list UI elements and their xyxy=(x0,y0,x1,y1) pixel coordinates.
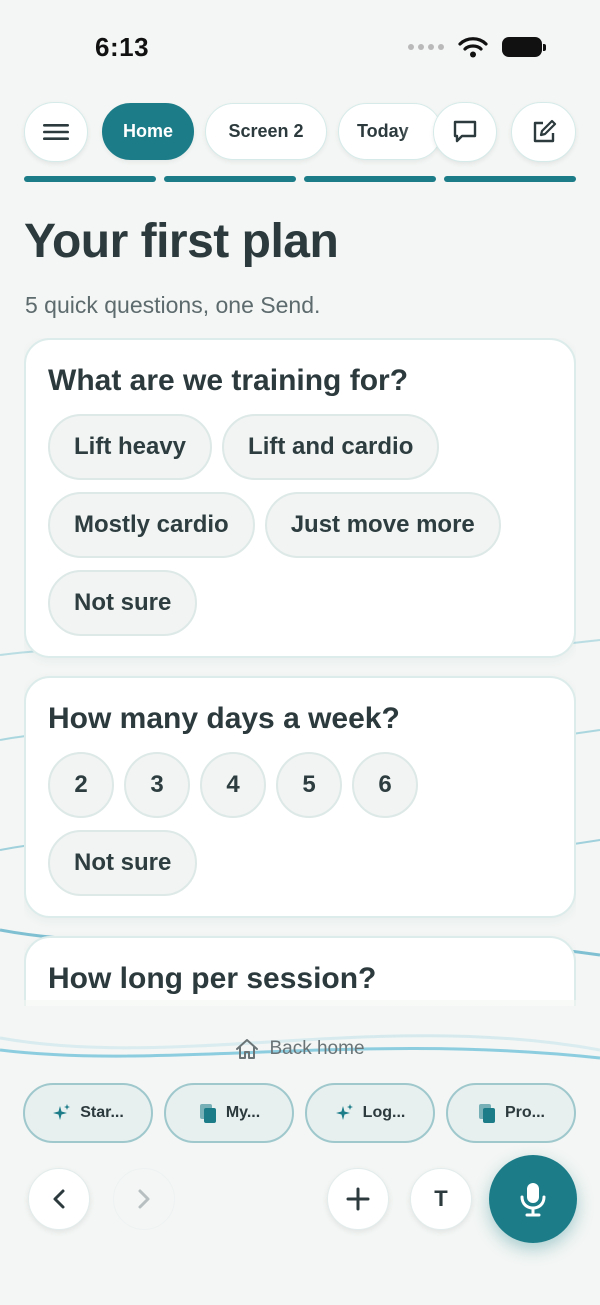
option-lift-and-cardio[interactable]: Lift and cardio xyxy=(222,414,440,480)
wifi-icon xyxy=(458,37,488,58)
chat-icon xyxy=(453,120,477,143)
question-title: How many days a week? xyxy=(48,702,400,735)
progress-step xyxy=(444,176,576,182)
option-3-days[interactable]: 3 xyxy=(124,752,190,818)
status-time: 6:13 xyxy=(95,32,150,62)
option-5-days[interactable]: 5 xyxy=(276,752,342,818)
signal-icon xyxy=(408,44,444,50)
back-home-link[interactable]: Back home xyxy=(0,1038,600,1060)
shortcut-label: Star... xyxy=(80,1104,124,1121)
page-subtitle: 5 quick questions, one Send. xyxy=(25,292,321,318)
question-title: How long per session? xyxy=(48,962,377,995)
option-not-sure[interactable]: Not sure xyxy=(48,570,198,636)
add-button[interactable] xyxy=(327,1168,389,1230)
option-6-days[interactable]: 6 xyxy=(352,752,418,818)
question-card-days: How many days a week? 2 3 4 5 6 Not sure xyxy=(24,676,576,918)
forward-button[interactable] xyxy=(113,1168,175,1230)
option-mostly-cardio[interactable]: Mostly cardio xyxy=(48,492,255,558)
text-mode-label: T xyxy=(434,1186,448,1211)
menu-icon xyxy=(43,124,69,140)
tab-today[interactable]: Today xyxy=(338,103,442,160)
tab-screen-2[interactable]: Screen 2 xyxy=(205,103,327,160)
battery-icon xyxy=(502,37,546,57)
chat-button[interactable] xyxy=(433,102,497,162)
shortcut-log[interactable]: Log... xyxy=(305,1083,435,1143)
question-title: What are we training for? xyxy=(48,364,409,397)
tab-today-label: Today xyxy=(357,121,409,141)
shortcut-label: My... xyxy=(225,1104,261,1121)
microphone-icon xyxy=(520,1183,546,1217)
option-just-move-more[interactable]: Just move more xyxy=(264,492,501,558)
status-bar: 6:13 xyxy=(0,0,600,95)
sparkle-icon xyxy=(335,1104,353,1120)
options-group: Lift heavy Lift and cardio Mostly cardio… xyxy=(48,414,552,636)
options-group: 2 3 4 5 6 Not sure xyxy=(48,752,552,896)
progress-indicator xyxy=(24,176,576,182)
shortcut-pro[interactable]: Pro... xyxy=(446,1083,576,1143)
progress-step xyxy=(304,176,436,182)
shortcut-start[interactable]: Star... xyxy=(23,1083,153,1143)
home-icon xyxy=(236,1039,259,1059)
progress-step xyxy=(164,176,296,182)
copy-icon xyxy=(478,1104,495,1123)
question-card-session-length: How long per session? xyxy=(24,936,576,1006)
chevron-left-icon xyxy=(53,1189,65,1209)
back-button[interactable] xyxy=(28,1168,90,1230)
chevron-right-icon xyxy=(138,1189,150,1209)
sparkle-icon xyxy=(53,1104,71,1120)
shortcut-label: Pro... xyxy=(504,1104,545,1121)
questions-list[interactable]: What are we training for? Lift heavy Lif… xyxy=(24,338,576,1006)
back-home-label: Back home xyxy=(269,1038,365,1059)
menu-button[interactable] xyxy=(24,102,88,162)
copy-icon xyxy=(199,1104,216,1123)
microphone-button[interactable] xyxy=(489,1155,577,1243)
option-4-days[interactable]: 4 xyxy=(200,752,266,818)
shortcut-my[interactable]: My... xyxy=(164,1083,294,1143)
text-mode-button[interactable]: T xyxy=(410,1168,472,1230)
option-not-sure[interactable]: Not sure xyxy=(48,830,198,896)
option-2-days[interactable]: 2 xyxy=(48,752,114,818)
top-nav: Home Screen 2 Today xyxy=(24,102,576,162)
edit-button[interactable] xyxy=(511,102,576,162)
edit-icon xyxy=(533,119,556,143)
page-title: Your first plan xyxy=(24,215,339,268)
tab-home[interactable]: Home xyxy=(102,103,194,160)
shortcut-label: Log... xyxy=(362,1104,406,1121)
plus-icon xyxy=(346,1187,370,1211)
status-icons xyxy=(408,36,546,58)
option-lift-heavy[interactable]: Lift heavy xyxy=(48,414,213,480)
progress-step xyxy=(24,176,156,182)
question-card-goal: What are we training for? Lift heavy Lif… xyxy=(24,338,576,658)
